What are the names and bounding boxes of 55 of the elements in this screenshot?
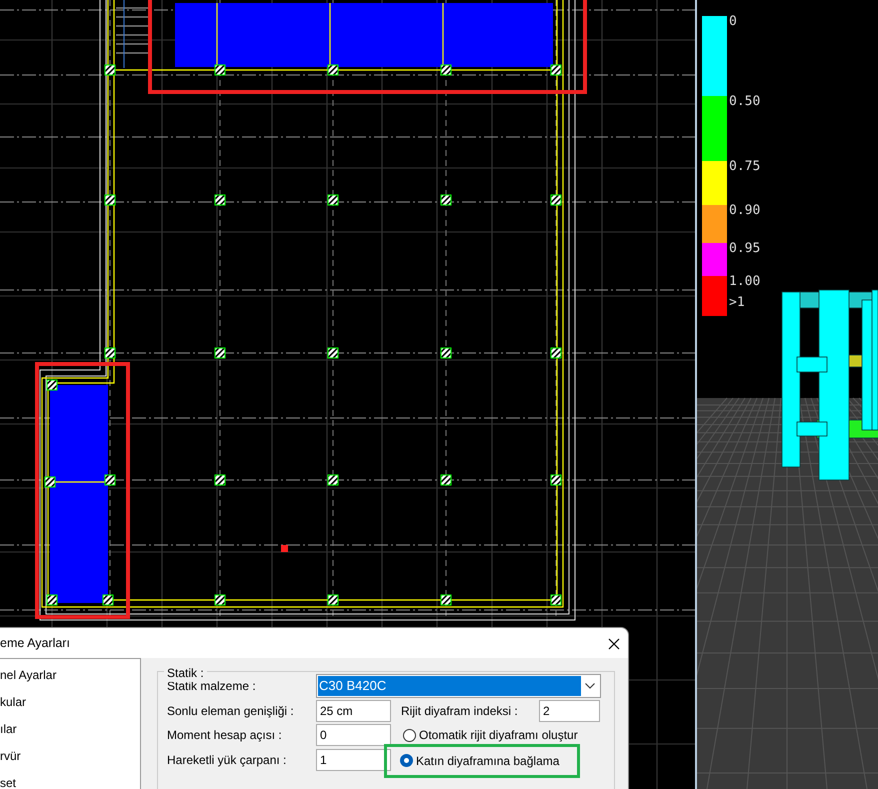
field-label: Rijit diyafram indeksi : bbox=[401, 702, 519, 720]
column-marker bbox=[550, 64, 562, 76]
dialog-title: eme Ayarları bbox=[0, 634, 70, 652]
column-marker bbox=[440, 474, 452, 486]
list-item[interactable]: set bbox=[0, 775, 140, 789]
material-dropdown[interactable]: C30 B420C bbox=[316, 674, 601, 698]
column-marker bbox=[104, 474, 116, 486]
column-marker bbox=[44, 476, 56, 488]
column-marker bbox=[440, 594, 452, 606]
column-marker bbox=[550, 348, 562, 358]
legend-label: >1 bbox=[729, 296, 745, 309]
column-marker bbox=[104, 194, 116, 206]
input-field[interactable]: 2 bbox=[539, 700, 600, 722]
column-marker bbox=[104, 348, 116, 358]
radio-option[interactable]: Katın diyaframına bağlama bbox=[400, 750, 560, 772]
column-marker bbox=[440, 64, 452, 76]
column-marker bbox=[550, 594, 562, 606]
column-marker bbox=[102, 594, 114, 606]
column-marker bbox=[328, 64, 338, 76]
chevron-icon bbox=[585, 683, 595, 690]
input-field[interactable]: 1 bbox=[316, 748, 391, 771]
column-marker bbox=[214, 594, 226, 606]
field-label: Hareketli yük çarpanı : bbox=[167, 752, 288, 769]
column-marker bbox=[440, 194, 452, 206]
column-marker bbox=[440, 348, 452, 358]
column-marker bbox=[46, 594, 58, 606]
column-marker bbox=[214, 348, 226, 358]
legend-label: 0.50 bbox=[729, 95, 760, 108]
point-marker bbox=[281, 545, 288, 552]
column-marker bbox=[214, 474, 226, 486]
input-field[interactable]: 0 bbox=[316, 724, 391, 746]
legend-label: 0.95 bbox=[729, 242, 760, 255]
legend-label: 1.00 bbox=[729, 275, 760, 288]
column-marker bbox=[328, 194, 338, 206]
legend-label: 0 bbox=[729, 15, 737, 28]
column-marker bbox=[214, 64, 226, 76]
column-marker bbox=[328, 348, 338, 358]
list-item[interactable]: kular bbox=[0, 694, 140, 721]
input-field[interactable]: 25 cm bbox=[316, 700, 391, 722]
column-marker bbox=[328, 594, 338, 606]
legend-label: 0.75 bbox=[729, 160, 760, 173]
field-label: Sonlu eleman genişliği : bbox=[167, 702, 295, 720]
stair-drawing bbox=[116, 0, 150, 68]
column-marker bbox=[46, 380, 58, 390]
column-marker bbox=[550, 474, 562, 486]
list-item[interactable]: nel Ayarlar bbox=[0, 667, 140, 694]
column-marker bbox=[214, 194, 226, 206]
list-item[interactable]: ılar bbox=[0, 721, 140, 748]
legend-label: 0.90 bbox=[729, 204, 760, 217]
field-label: Moment hesap açısı : bbox=[167, 727, 283, 744]
column-marker bbox=[550, 194, 562, 206]
column-marker bbox=[104, 64, 116, 76]
radio-option[interactable]: Otomatik rijit diyaframı oluştur bbox=[401, 724, 584, 746]
list-item[interactable]: rvür bbox=[0, 748, 140, 775]
column-marker bbox=[328, 474, 338, 486]
